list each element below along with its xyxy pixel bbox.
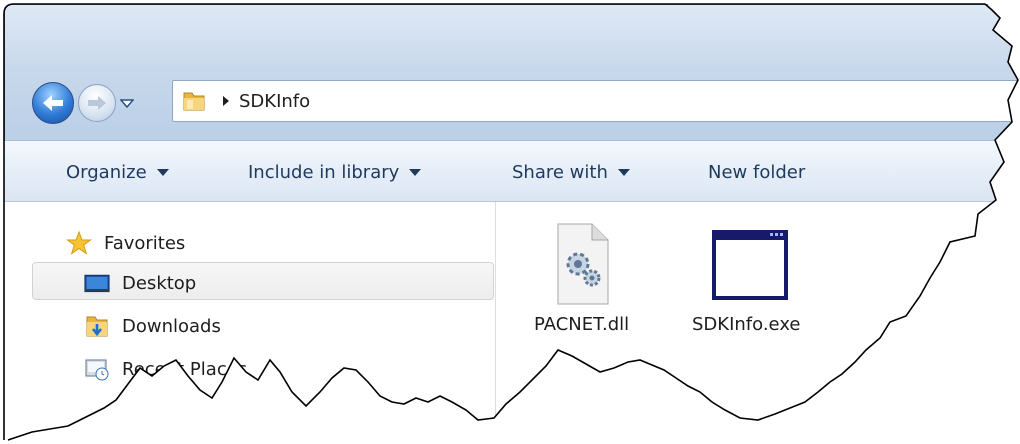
file-name: PACNET.dll — [534, 314, 630, 335]
sidebar-item-label: Desktop — [122, 272, 197, 294]
nav-favorites[interactable]: Favorites — [66, 224, 185, 262]
content-area: Favorites Desktop Downloads Recent Place… — [4, 202, 1020, 444]
downloads-folder-icon — [84, 313, 110, 339]
explorer-window: SDKInfo Organize Include in library Shar… — [0, 0, 1020, 444]
navigation-buttons — [32, 80, 135, 126]
breadcrumb-arrow-icon[interactable] — [221, 95, 231, 107]
star-icon — [66, 230, 92, 256]
sidebar-item-desktop[interactable]: Desktop — [84, 264, 196, 302]
share-with-button[interactable]: Share with — [512, 141, 630, 203]
dropdown-caret-icon — [409, 169, 421, 176]
back-arrow-icon — [41, 93, 65, 113]
file-item-sdkinfo-exe[interactable]: SDKInfo.exe — [692, 222, 801, 335]
command-bar: Organize Include in library Share with N… — [4, 140, 1020, 202]
include-in-library-button[interactable]: Include in library — [248, 141, 421, 203]
screenshot-stage: SDKInfo Organize Include in library Shar… — [0, 0, 1020, 444]
include-in-library-label: Include in library — [248, 161, 400, 183]
dll-file-icon — [552, 222, 612, 306]
folder-icon — [181, 88, 207, 114]
sidebar-item-recent-places[interactable]: Recent Places — [84, 350, 247, 388]
file-name: SDKInfo.exe — [692, 314, 801, 335]
chevron-down-icon — [120, 98, 134, 108]
recent-places-icon — [84, 356, 110, 382]
sidebar-item-label: Downloads — [122, 315, 221, 337]
address-bar[interactable]: SDKInfo — [172, 80, 1020, 122]
file-item-pacnet-dll[interactable]: PACNET.dll — [534, 222, 629, 335]
address-path-segment[interactable]: SDKInfo — [239, 91, 310, 112]
new-folder-label: New folder — [708, 161, 806, 183]
dropdown-caret-icon — [618, 169, 630, 176]
forward-arrow-icon — [86, 94, 108, 112]
desktop-icon — [84, 270, 110, 296]
back-button[interactable] — [32, 82, 74, 124]
sidebar-item-downloads[interactable]: Downloads — [84, 307, 221, 345]
sidebar-item-label: Recent Places — [122, 358, 248, 380]
dropdown-caret-icon — [157, 169, 169, 176]
favorites-label: Favorites — [104, 232, 186, 254]
recent-pages-button[interactable] — [119, 93, 135, 113]
navigation-pane: Favorites Desktop Downloads Recent Place… — [4, 202, 496, 444]
forward-button[interactable] — [78, 84, 116, 122]
new-folder-button[interactable]: New folder — [708, 141, 805, 203]
organize-label: Organize — [66, 161, 147, 183]
exe-file-icon — [696, 222, 796, 306]
organize-menu-button[interactable]: Organize — [66, 141, 169, 203]
share-with-label: Share with — [512, 161, 608, 183]
